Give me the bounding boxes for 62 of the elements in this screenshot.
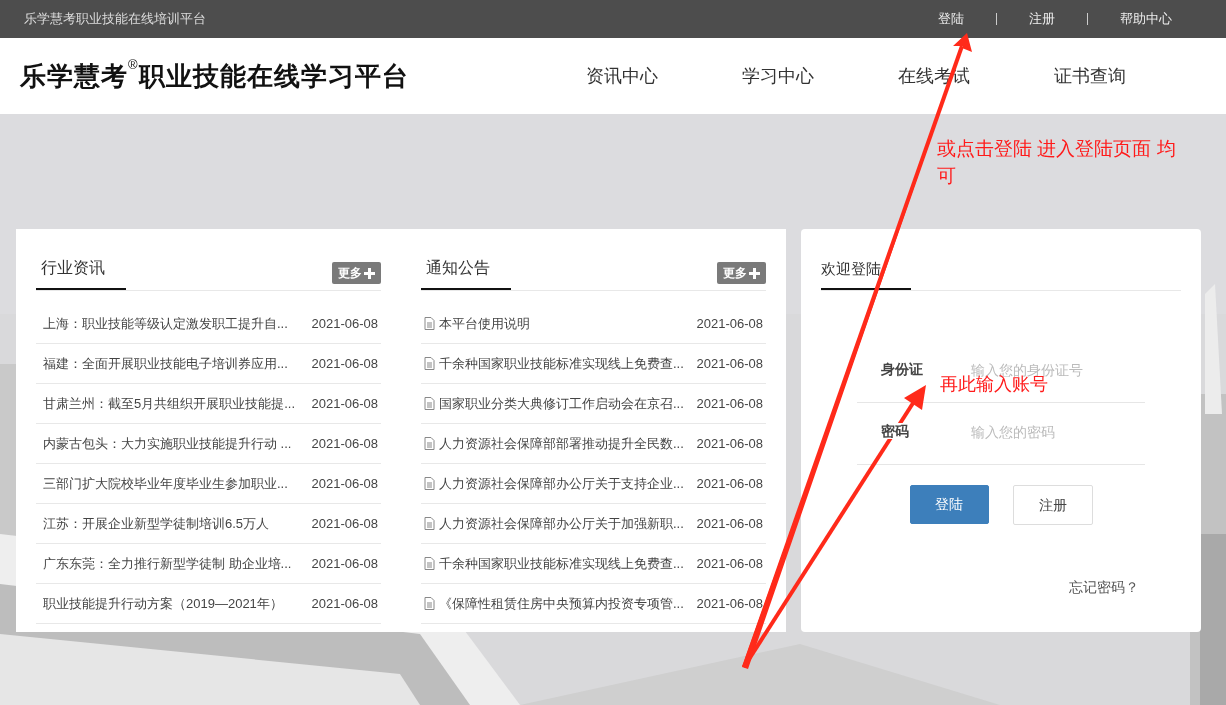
field-label: 密码 — [881, 423, 909, 439]
top-link[interactable]: 登陆 — [938, 9, 964, 29]
more-button[interactable]: 更多 — [332, 262, 381, 284]
top-link[interactable]: 注册 — [1029, 9, 1055, 29]
top-link[interactable]: 帮助中心 — [1120, 9, 1172, 29]
news-date: 2021-06-08 — [311, 514, 378, 533]
document-icon — [424, 357, 435, 370]
news-date: 2021-06-08 — [696, 514, 763, 533]
news-link[interactable]: 《保障性租赁住房中央预算内投资专项管... — [439, 593, 684, 614]
news-link[interactable]: 本平台使用说明 — [439, 313, 530, 334]
news-date: 2021-06-08 — [311, 314, 378, 333]
news-link[interactable]: 甘肃兰州：截至5月共组织开展职业技能提... — [43, 393, 296, 414]
news-link[interactable]: 广东东莞：全力推行新型学徒制 助企业培... — [43, 553, 292, 574]
news-link[interactable]: 上海：职业技能等级认定激发职工提升自... — [43, 313, 288, 334]
news-date: 2021-06-08 — [311, 474, 378, 493]
news-link[interactable]: 人力资源社会保障部办公厅关于支持企业... — [439, 473, 684, 494]
news-date: 2021-06-08 — [696, 314, 763, 333]
register-button[interactable]: 注册 — [1012, 485, 1093, 525]
news-date: 2021-06-08 — [696, 394, 763, 413]
forgot-password-link[interactable]: 忘记密码？ — [1069, 577, 1139, 598]
nav-link[interactable]: 学习中心 — [700, 62, 856, 90]
document-icon — [424, 517, 435, 530]
news-link[interactable]: 千余种国家职业技能标准实现线上免费查... — [439, 353, 684, 374]
document-icon — [424, 597, 435, 610]
news-date: 2021-06-08 — [311, 554, 378, 573]
news-date: 2021-06-08 — [311, 354, 378, 373]
login-title: 欢迎登陆 — [821, 257, 911, 290]
document-icon — [424, 477, 435, 490]
input-field[interactable]: 输入您的密码 — [969, 421, 1154, 444]
nav-link[interactable]: 证书查询 — [1012, 62, 1168, 90]
panel-title: 行业资讯 — [36, 256, 126, 290]
news-date: 2021-06-08 — [696, 434, 763, 453]
news-link[interactable]: 江苏：开展企业新型学徒制培训6.5万人 — [43, 513, 270, 534]
document-icon — [424, 397, 435, 410]
news-link[interactable]: 福建：全面开展职业技能电子培训券应用... — [43, 353, 288, 374]
news-date: 2021-06-08 — [696, 354, 763, 373]
news-date: 2021-06-08 — [311, 394, 378, 413]
news-link[interactable]: 三部门扩大院校毕业年度毕业生参加职业... — [43, 473, 288, 494]
site-title: 乐学慧考职业技能在线培训平台 — [24, 10, 206, 29]
login-button[interactable]: 登陆 — [909, 485, 989, 524]
plus-icon — [364, 267, 375, 279]
news-date: 2021-06-08 — [696, 594, 763, 613]
plus-icon — [749, 267, 760, 279]
news-date: 2021-06-08 — [311, 594, 378, 613]
news-link[interactable]: 职业技能提升行动方案（2019—2021年） — [43, 593, 283, 614]
news-link[interactable]: 内蒙古包头：大力实施职业技能提升行动 ... — [43, 433, 292, 454]
more-button[interactable]: 更多 — [717, 262, 766, 284]
document-icon — [424, 317, 435, 330]
document-icon — [424, 437, 435, 450]
news-date: 2021-06-08 — [311, 434, 378, 453]
annotation-text: 或点击登陆 进入登陆页面 均可 — [937, 137, 1177, 188]
news-link[interactable]: 千余种国家职业技能标准实现线上免费查... — [439, 553, 684, 574]
document-icon — [424, 557, 435, 570]
news-date: 2021-06-08 — [696, 554, 763, 573]
news-link[interactable]: 人力资源社会保障部部署推动提升全民数... — [439, 433, 684, 454]
logo: 乐学慧考$^{®}$职业技能在线学习平台 — [20, 56, 409, 93]
panel-title: 通知公告 — [421, 256, 511, 290]
news-date: 2021-06-08 — [696, 474, 763, 493]
nav-link[interactable]: 资讯中心 — [544, 62, 700, 90]
news-link[interactable]: 国家职业分类大典修订工作启动会在京召... — [439, 393, 684, 414]
news-link[interactable]: 人力资源社会保障部办公厅关于加强新职... — [439, 513, 684, 534]
field-label: 身份证 — [881, 361, 923, 377]
